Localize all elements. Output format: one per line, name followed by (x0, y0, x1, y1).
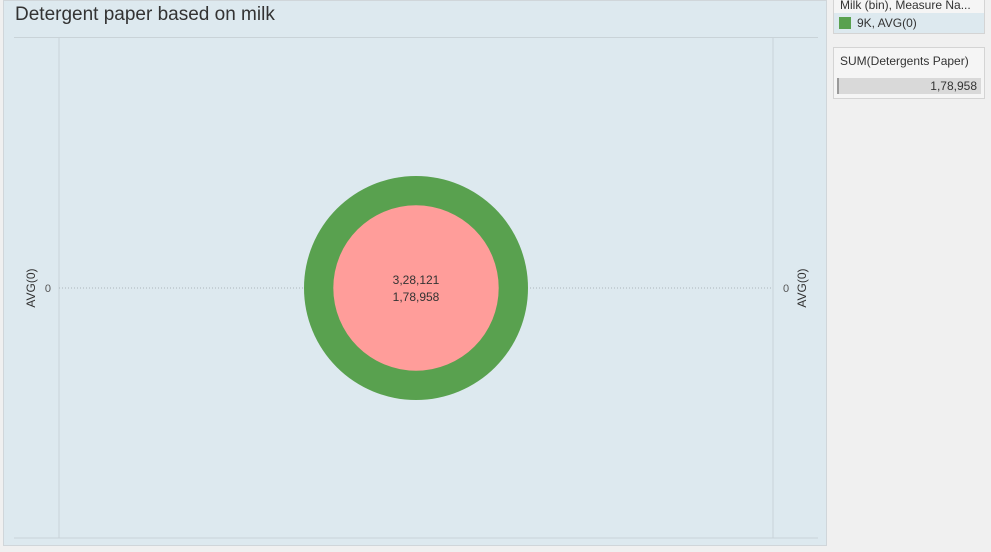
size-legend-bar: 1,78,958 (837, 78, 981, 94)
legend-item-label: 9K, AVG(0) (857, 16, 917, 30)
size-legend-title: SUM(Detergents Paper) (840, 54, 969, 68)
size-legend[interactable]: SUM(Detergents Paper) 1,78,958 (833, 47, 985, 99)
left-axis-label: AVG(0) (24, 268, 38, 307)
size-legend-value: 1,78,958 (930, 79, 977, 93)
legend-swatch (839, 17, 851, 29)
donut-chart[interactable]: AVG(0) 0 0 AVG(0) 3,28,121 1,78,958 (4, 1, 828, 547)
visualization-pane: Detergent paper based on milk AVG(0) 0 0… (3, 0, 827, 546)
right-axis-label: AVG(0) (795, 268, 809, 307)
color-legend[interactable]: Milk (bin), Measure Na... 9K, AVG(0) (833, 0, 985, 34)
side-panel: Milk (bin), Measure Na... 9K, AVG(0) SUM… (831, 0, 991, 552)
legend-item[interactable]: 9K, AVG(0) (834, 13, 984, 33)
rings-layer: 3,28,121 1,78,958 (304, 176, 528, 400)
color-legend-title: Milk (bin), Measure Na... (840, 0, 971, 12)
left-axis-tick: 0 (45, 283, 51, 295)
right-axis-tick: 0 (783, 283, 789, 295)
inner-ring[interactable] (333, 205, 499, 371)
inner-ring-label: 1,78,958 (393, 290, 440, 304)
outer-ring-label: 3,28,121 (393, 273, 440, 287)
